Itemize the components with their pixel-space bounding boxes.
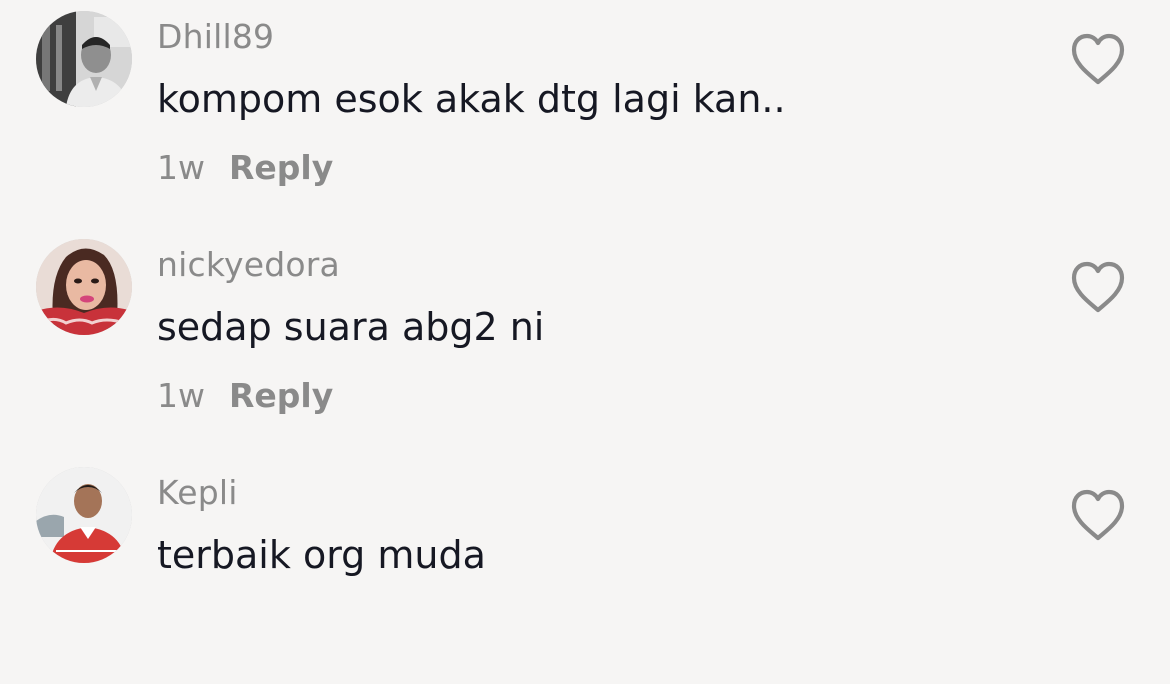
comment-username[interactable]: Dhill89 (157, 15, 274, 59)
comment-username[interactable]: Kepli (157, 471, 238, 515)
like-button[interactable] (1068, 487, 1128, 543)
comment-username[interactable]: nickyedora (157, 243, 340, 287)
comment-meta: 1w Reply (157, 372, 333, 418)
user-avatar[interactable] (36, 239, 132, 335)
heart-outline-icon (1071, 261, 1125, 313)
comment-timestamp: 1w (157, 147, 205, 187)
avatar-photo-icon (36, 239, 132, 335)
avatar-photo-icon (36, 467, 132, 563)
avatar-photo-icon (36, 11, 132, 107)
comment-timestamp: 1w (157, 375, 205, 415)
comment-meta: 1w Reply (157, 144, 333, 190)
reply-button[interactable]: Reply (229, 376, 333, 415)
user-avatar[interactable] (36, 467, 132, 563)
like-button[interactable] (1068, 259, 1128, 315)
comment-text: kompom esok akak dtg lagi kan.. (157, 77, 786, 121)
comment-text: terbaik org muda (157, 533, 486, 577)
comment-item: Kepli terbaik org muda (0, 456, 1170, 684)
comment-item: Dhill89 kompom esok akak dtg lagi kan.. … (0, 0, 1170, 228)
comments-panel: { "comments": [ { "username": "Dhill89",… (0, 0, 1170, 587)
heart-outline-icon (1071, 33, 1125, 85)
comment-text: sedap suara abg2 ni (157, 305, 545, 349)
heart-outline-icon (1071, 489, 1125, 541)
user-avatar[interactable] (36, 11, 132, 107)
comment-item: nickyedora sedap suara abg2 ni 1w Reply (0, 228, 1170, 456)
reply-button[interactable]: Reply (229, 148, 333, 187)
like-button[interactable] (1068, 31, 1128, 87)
